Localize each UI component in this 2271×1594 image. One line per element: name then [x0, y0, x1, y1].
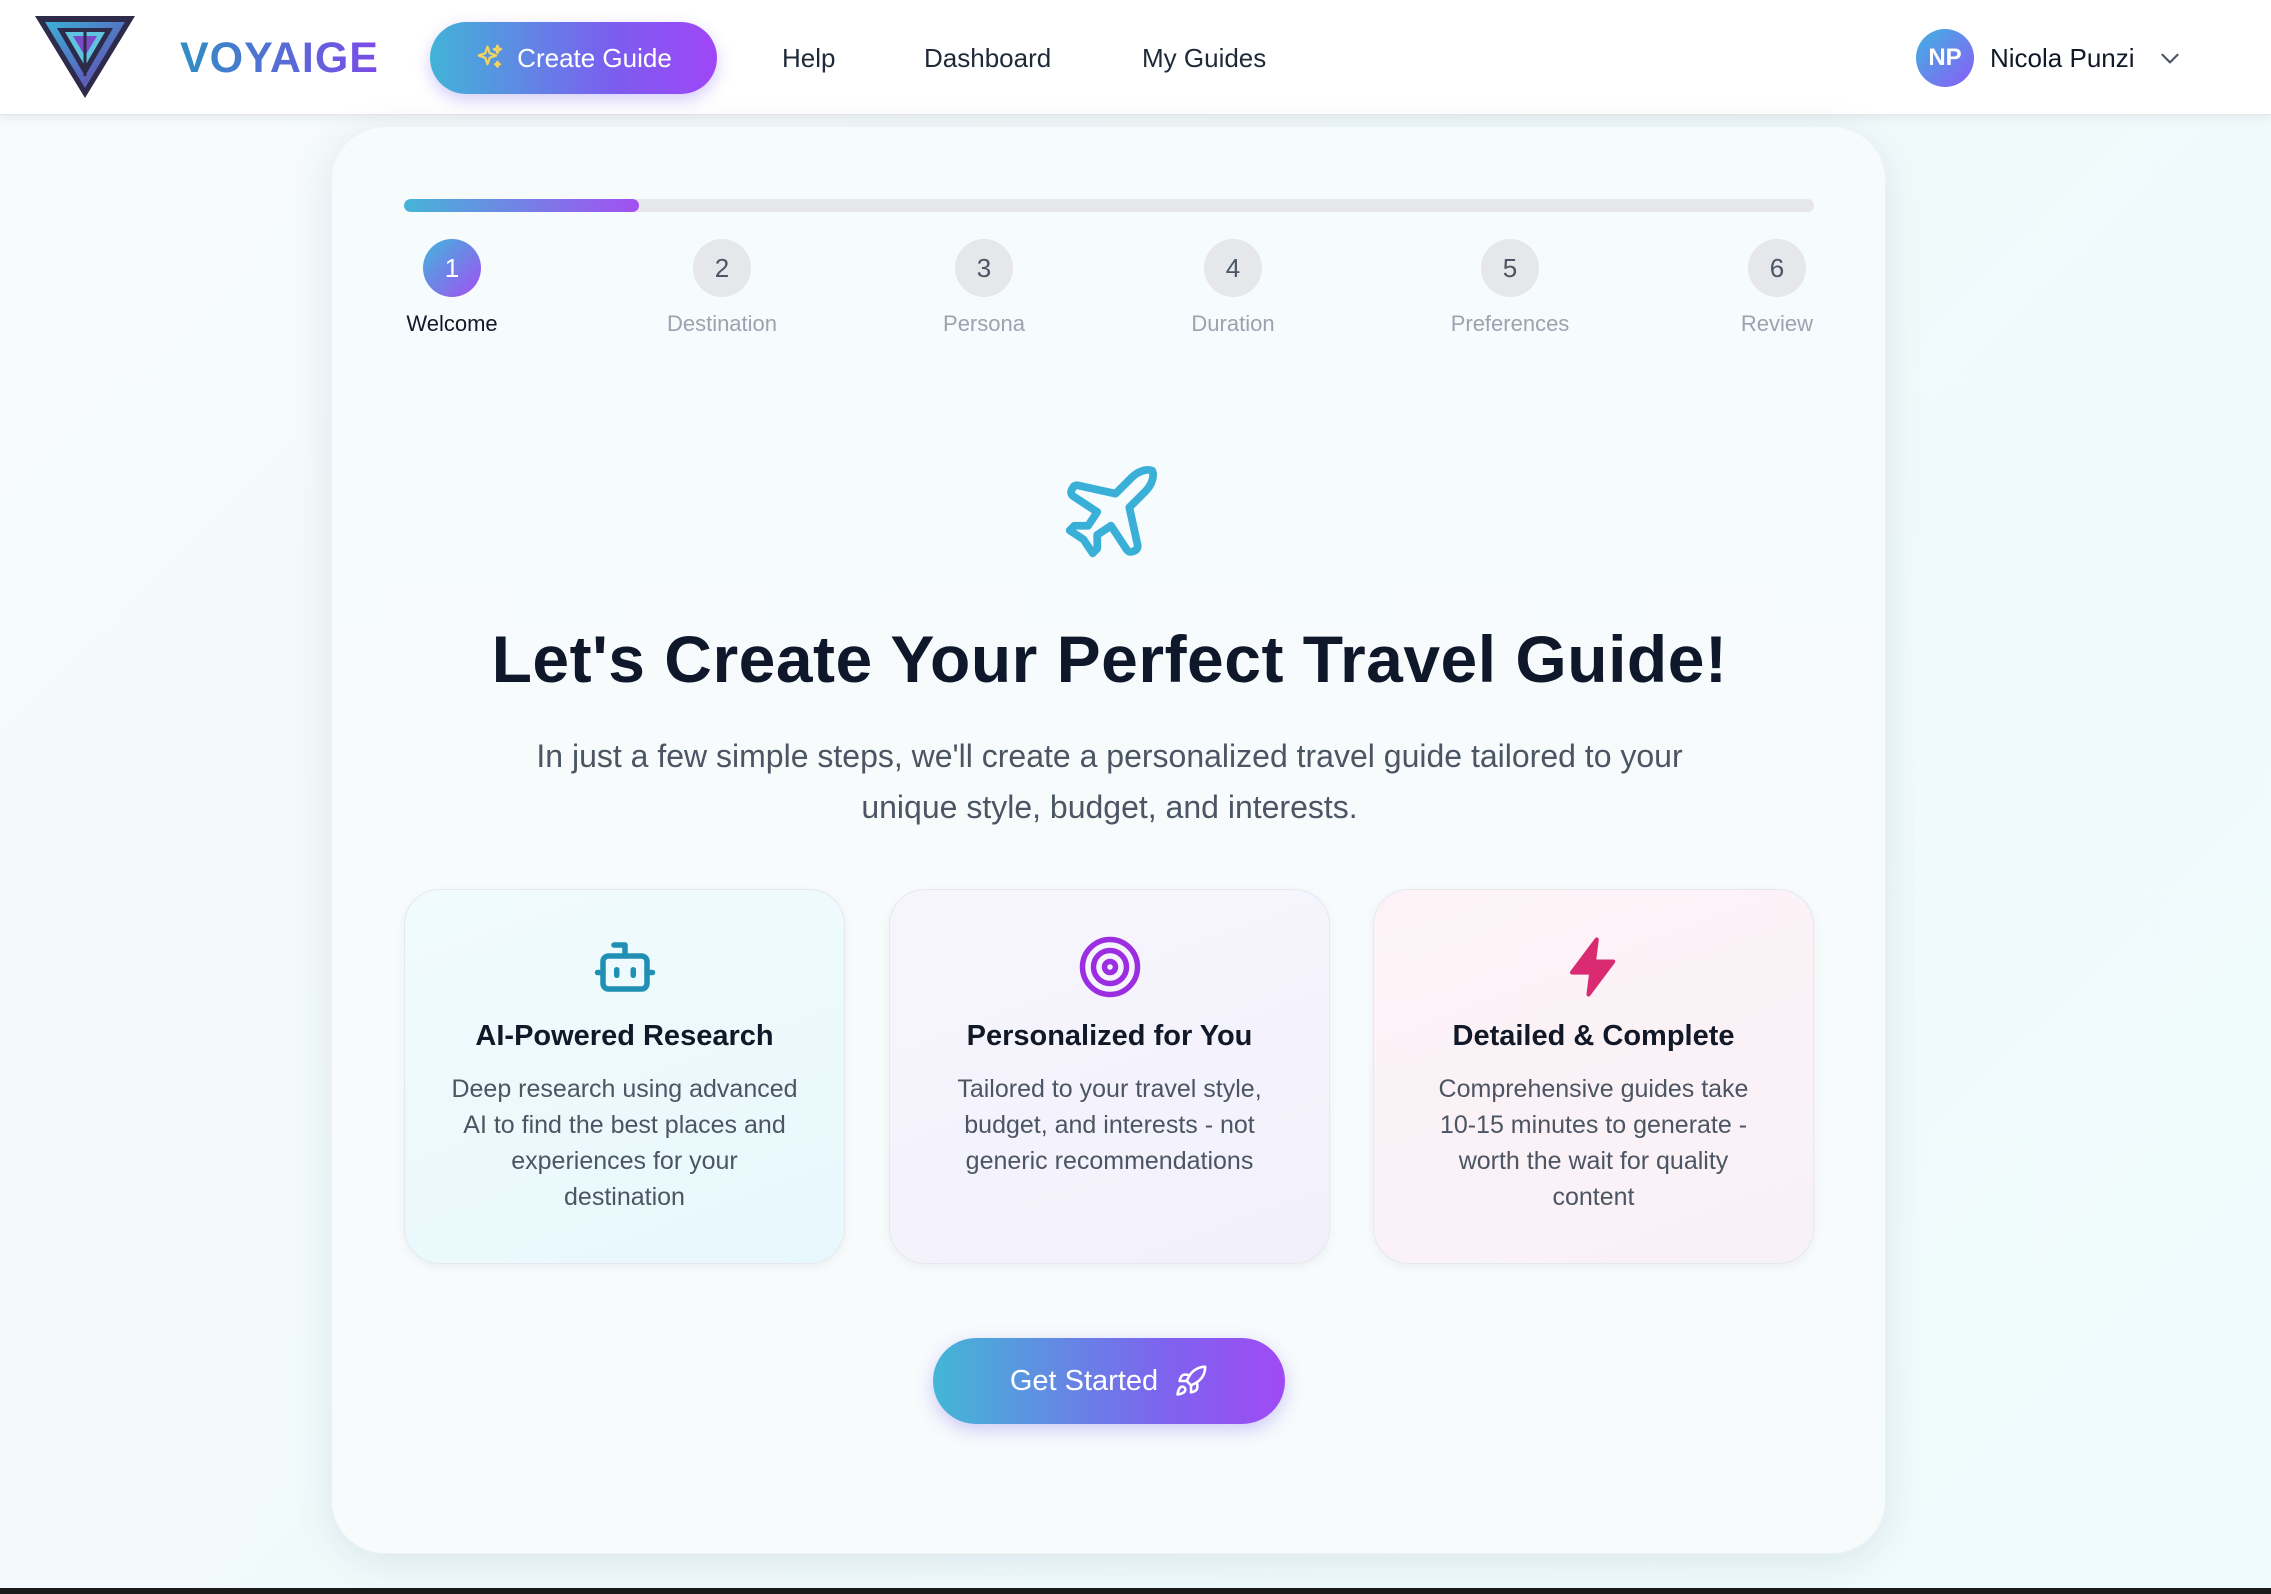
- feature-description: Tailored to your travel style, budget, a…: [957, 1075, 1262, 1175]
- nav-help[interactable]: Help: [782, 38, 835, 78]
- step-number: 3: [955, 239, 1013, 297]
- page-title: Let's Create Your Perfect Travel Guide!: [491, 622, 1728, 696]
- wizard-card: 1 Welcome 2 Destination 3 Persona 4 Dura…: [331, 126, 1886, 1554]
- lightning-icon: [1569, 937, 1615, 997]
- nav-dashboard[interactable]: Dashboard: [924, 38, 1051, 78]
- user-menu[interactable]: NP Nicola Punzi: [1916, 29, 2183, 87]
- feature-title: AI-Powered Research: [475, 1020, 774, 1052]
- feature-card-detailed: Detailed & Complete Comprehensive guides…: [1373, 889, 1814, 1264]
- sparkles-icon: [477, 44, 503, 68]
- step-number: 2: [693, 239, 751, 297]
- step-number: 5: [1481, 239, 1539, 297]
- step-label: Duration: [1191, 311, 1275, 336]
- feature-description: Comprehensive guides take 10-15 minutes …: [1438, 1075, 1749, 1211]
- rocket-icon: [1176, 1365, 1207, 1396]
- feature-title: Personalized for You: [966, 1020, 1253, 1052]
- user-name: Nicola Punzi: [1990, 42, 2135, 73]
- robot-icon: [594, 942, 655, 992]
- brand-name[interactable]: VOYAIGE: [180, 30, 379, 86]
- progress-bar: [404, 199, 1814, 212]
- step-review[interactable]: 6 Review: [1740, 239, 1814, 337]
- step-welcome[interactable]: 1 Welcome: [404, 239, 500, 337]
- create-guide-button[interactable]: Create Guide: [430, 22, 717, 94]
- create-guide-label: Create Guide: [517, 42, 672, 73]
- get-started-button[interactable]: Get Started: [933, 1338, 1285, 1424]
- nav-my-guides[interactable]: My Guides: [1142, 38, 1266, 78]
- page-subtitle: In just a few simple steps, we'll create…: [536, 738, 1683, 825]
- step-label: Preferences: [1450, 311, 1570, 336]
- get-started-label: Get Started: [1009, 1364, 1159, 1397]
- step-persona[interactable]: 3 Persona: [942, 239, 1026, 337]
- step-label: Welcome: [406, 311, 498, 336]
- feature-card-ai-research: AI-Powered Research Deep research using …: [404, 889, 845, 1264]
- voyaige-logo[interactable]: [33, 14, 137, 100]
- bottom-border: [0, 1588, 2271, 1594]
- chevron-down-icon: [2160, 53, 2179, 64]
- feature-title: Detailed & Complete: [1452, 1020, 1735, 1052]
- step-number: 6: [1748, 239, 1806, 297]
- step-label: Persona: [943, 311, 1025, 336]
- step-number: 1: [423, 239, 481, 297]
- feature-card-personalized: Personalized for You Tailored to your tr…: [889, 889, 1330, 1264]
- airplane-icon: [1065, 466, 1157, 558]
- avatar: NP: [1916, 29, 1974, 87]
- target-icon: [1079, 936, 1140, 998]
- step-label: Destination: [666, 311, 778, 336]
- step-preferences[interactable]: 5 Preferences: [1448, 239, 1572, 337]
- navbar: VOYAIGE Create Guide Help Dashboard My G…: [0, 0, 2271, 115]
- step-label: Review: [1740, 311, 1814, 336]
- step-duration[interactable]: 4 Duration: [1188, 239, 1278, 337]
- step-destination[interactable]: 2 Destination: [660, 239, 784, 337]
- feature-description: Deep research using advanced AI to find …: [451, 1075, 798, 1211]
- progress-fill: [404, 199, 640, 212]
- step-number: 4: [1204, 239, 1262, 297]
